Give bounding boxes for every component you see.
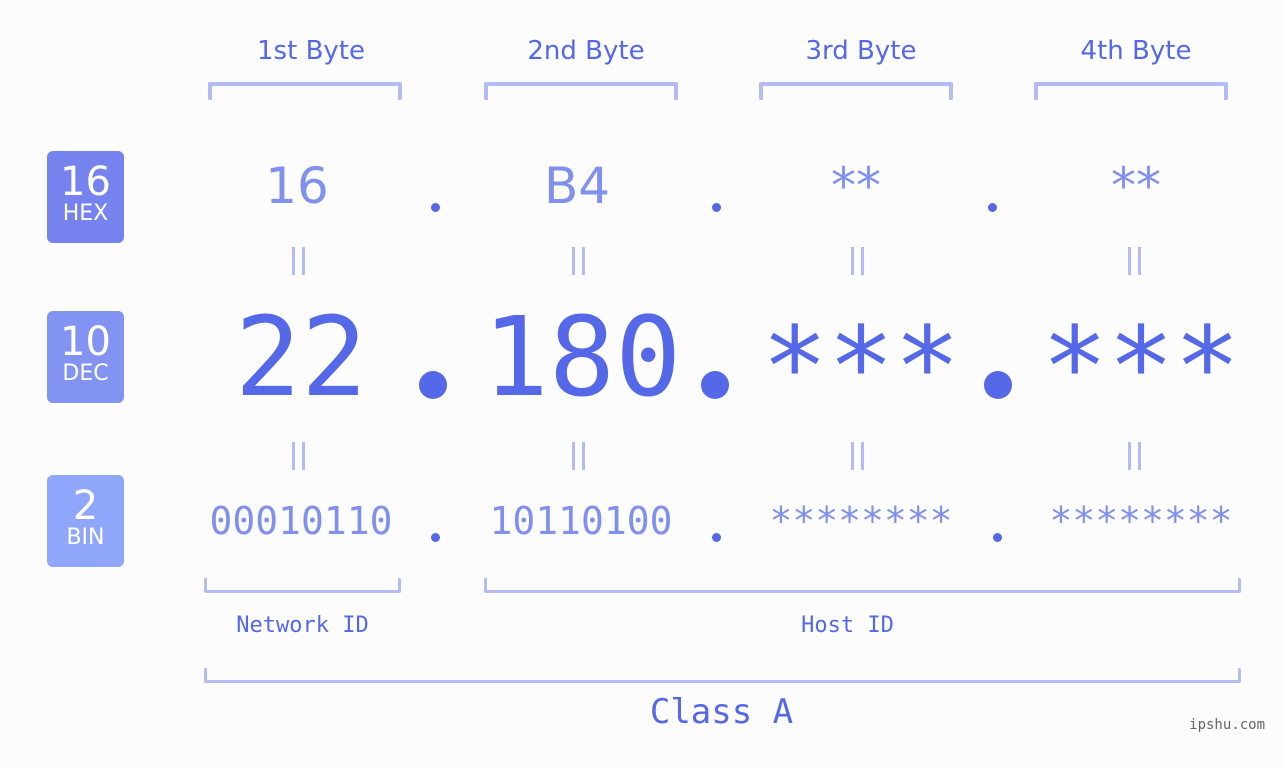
network-id-label: Network ID bbox=[236, 613, 369, 638]
hex-label: HEX bbox=[62, 201, 109, 226]
hex-separator-dot bbox=[988, 203, 997, 212]
dec-base: 10 bbox=[60, 319, 111, 365]
byte-bracket-3 bbox=[759, 82, 953, 100]
watermark: ipshu.com bbox=[1189, 717, 1265, 733]
hex-byte-1: 16 bbox=[265, 157, 329, 215]
class-label: Class A bbox=[649, 692, 794, 732]
byte-header-3: 3rd Byte bbox=[805, 36, 917, 66]
dec-byte-4: *** bbox=[1041, 303, 1241, 431]
hex-separator-dot bbox=[431, 203, 440, 212]
equals-icon bbox=[1128, 442, 1144, 470]
equals-icon bbox=[851, 442, 867, 470]
bin-byte-3: ******** bbox=[769, 499, 953, 543]
host-id-bracket bbox=[484, 578, 1241, 593]
byte-header-2: 2nd Byte bbox=[527, 36, 645, 66]
bin-byte-1: 00010110 bbox=[209, 499, 393, 543]
bin-separator-dot bbox=[712, 533, 721, 542]
bin-byte-2: 10110100 bbox=[489, 499, 673, 543]
class-bracket bbox=[204, 668, 1241, 683]
hex-badge: 16 HEX bbox=[47, 151, 124, 243]
bin-base: 2 bbox=[72, 483, 99, 529]
byte-bracket-2 bbox=[484, 82, 678, 100]
equals-icon bbox=[572, 247, 588, 275]
hex-byte-2: B4 bbox=[543, 157, 611, 215]
dec-label: DEC bbox=[62, 361, 109, 386]
equals-icon bbox=[1128, 247, 1144, 275]
network-id-bracket bbox=[204, 578, 401, 593]
equals-icon bbox=[292, 247, 308, 275]
host-id-label: Host ID bbox=[801, 613, 894, 638]
hex-separator-dot bbox=[712, 203, 721, 212]
dec-byte-2: 180 bbox=[482, 293, 682, 421]
dec-byte-3: *** bbox=[761, 303, 961, 431]
bin-label: BIN bbox=[66, 525, 105, 550]
dec-badge: 10 DEC bbox=[47, 311, 124, 403]
hex-byte-4: ** bbox=[1111, 157, 1161, 215]
bin-separator-dot bbox=[431, 533, 440, 542]
byte-header-4: 4th Byte bbox=[1080, 36, 1192, 66]
hex-base: 16 bbox=[60, 159, 111, 205]
byte-header-1: 1st Byte bbox=[257, 36, 365, 66]
dec-byte-1: 22 bbox=[234, 293, 368, 421]
equals-icon bbox=[851, 247, 867, 275]
equals-icon bbox=[292, 442, 308, 470]
bin-badge: 2 BIN bbox=[47, 475, 124, 567]
equals-icon bbox=[572, 442, 588, 470]
byte-bracket-1 bbox=[208, 82, 402, 100]
bin-byte-4: ******** bbox=[1049, 499, 1233, 543]
byte-bracket-4 bbox=[1034, 82, 1228, 100]
hex-byte-3: ** bbox=[831, 157, 881, 215]
